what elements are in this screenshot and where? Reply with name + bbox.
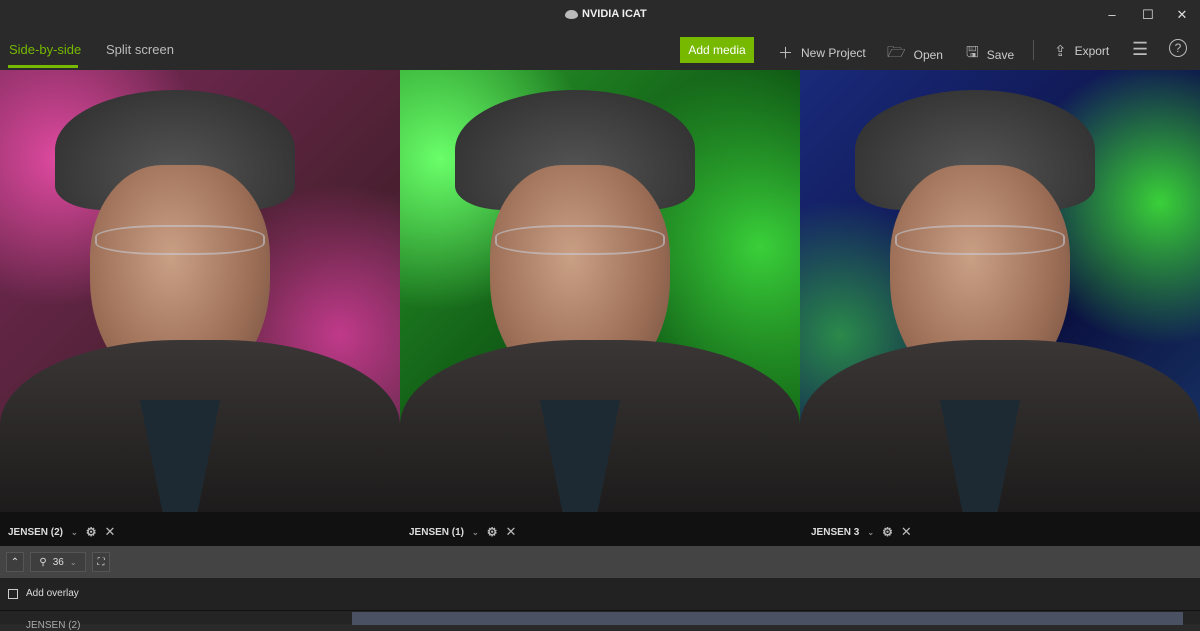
- close-icon[interactable]: ✕: [901, 524, 912, 540]
- zoom-value: 36: [52, 556, 64, 568]
- help-icon: ?: [1169, 39, 1187, 57]
- new-project-button[interactable]: ＋ New Project: [778, 42, 866, 63]
- overlay-bar: Add overlay: [0, 578, 1200, 610]
- close-icon[interactable]: ✕: [104, 524, 115, 540]
- chevron-down-icon[interactable]: ⌄: [71, 528, 78, 537]
- new-project-label: New Project: [801, 45, 866, 60]
- toolbar: Side-by-side Split screen Add media ＋ New…: [0, 30, 1200, 70]
- add-overlay-button[interactable]: Add overlay: [8, 588, 79, 599]
- fullscreen-icon: ⛶: [97, 556, 105, 568]
- chevron-down-icon[interactable]: ⌄: [472, 528, 479, 537]
- export-label: Export: [1074, 44, 1110, 58]
- export-button[interactable]: ⇪ Export: [1054, 42, 1109, 60]
- zoom-bar: ⌃ ⚲ 36 ⌄ ⛶: [0, 546, 1200, 578]
- gear-icon[interactable]: ⚙: [882, 525, 893, 539]
- save-label: Save: [986, 47, 1015, 62]
- app-title-text: NVIDIA ICAT: [582, 8, 647, 20]
- app-title: NVIDIA ICAT: [565, 8, 647, 20]
- image-glasses: [95, 225, 265, 255]
- timeline-track: JENSEN (2): [0, 610, 1200, 631]
- panel-label-bar: JENSEN (2) ⌄ ⚙ ✕ JENSEN (1) ⌄ ⚙ ✕ JENSEN 3 ⌄ ⚙ ✕: [0, 512, 1200, 546]
- close-icon[interactable]: ✕: [505, 524, 516, 540]
- chevron-down-icon: ⌄: [69, 557, 77, 567]
- chevron-down-icon[interactable]: ⌄: [867, 528, 874, 537]
- export-icon: ⇪: [1054, 43, 1067, 60]
- zoom-select[interactable]: ⚲ 36 ⌄: [30, 552, 86, 572]
- open-button[interactable]: 🗁 Open: [887, 42, 943, 67]
- media-name-dropdown[interactable]: JENSEN (2): [8, 527, 63, 538]
- add-overlay-label: Add overlay: [26, 588, 79, 599]
- track-name: JENSEN (2): [26, 620, 81, 631]
- nvidia-logo-icon: [565, 9, 578, 19]
- add-media-button[interactable]: Add media: [680, 37, 754, 63]
- timeline-bar[interactable]: [352, 612, 1183, 625]
- gear-icon[interactable]: ⚙: [487, 525, 498, 539]
- image-glasses: [895, 225, 1065, 255]
- save-button[interactable]: 🖫 Save: [966, 42, 1014, 67]
- help-button[interactable]: ?: [1169, 39, 1187, 57]
- media-panel-1[interactable]: [0, 70, 400, 512]
- folder-icon: 🗁: [887, 44, 906, 61]
- open-label: Open: [913, 47, 943, 62]
- search-icon: ⚲: [39, 556, 47, 568]
- settings-sliders-button[interactable]: ☰: [1132, 39, 1148, 60]
- tab-side-by-side[interactable]: Side-by-side: [9, 42, 81, 57]
- overlay-icon: [8, 588, 18, 599]
- tab-split-screen[interactable]: Split screen: [106, 42, 174, 57]
- collapse-button[interactable]: ⌃: [6, 552, 24, 572]
- media-panel-3[interactable]: [800, 70, 1200, 512]
- media-panel-2[interactable]: [400, 70, 800, 512]
- panel-label-2: JENSEN (1) ⌄ ⚙ ✕: [409, 524, 516, 540]
- minimize-button[interactable]: –: [1102, 6, 1122, 24]
- image-glasses: [495, 225, 665, 255]
- media-name-dropdown[interactable]: JENSEN (1): [409, 527, 464, 538]
- chevron-up-icon: ⌃: [10, 556, 20, 568]
- fullscreen-button[interactable]: ⛶: [92, 552, 110, 572]
- active-tab-indicator: [8, 65, 78, 68]
- close-window-button[interactable]: ✕: [1172, 6, 1192, 24]
- plus-icon: ＋: [778, 45, 794, 62]
- title-bar: NVIDIA ICAT – ☐ ✕: [0, 0, 1200, 30]
- gear-icon[interactable]: ⚙: [86, 525, 97, 539]
- toolbar-divider: [1033, 40, 1034, 60]
- floppy-icon: 🖫: [966, 44, 979, 61]
- sliders-icon: ☰: [1132, 39, 1149, 59]
- panel-label-1: JENSEN (2) ⌄ ⚙ ✕: [8, 524, 115, 540]
- panel-label-3: JENSEN 3 ⌄ ⚙ ✕: [811, 524, 912, 540]
- media-name-dropdown[interactable]: JENSEN 3: [811, 527, 859, 538]
- maximize-button[interactable]: ☐: [1138, 6, 1158, 24]
